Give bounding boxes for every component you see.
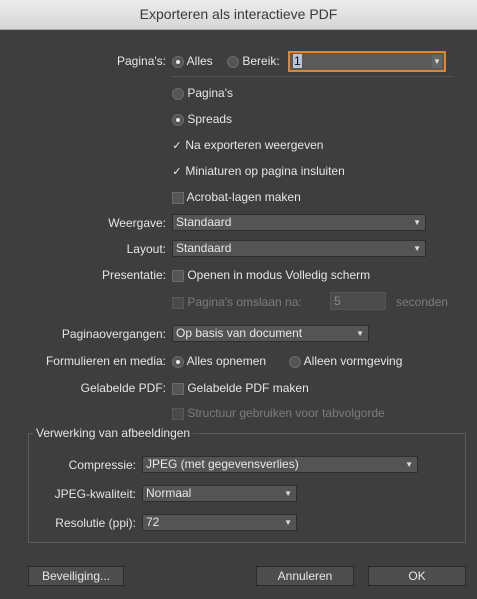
fullscreen-checkbox[interactable]: Openen in modus Volledig scherm — [172, 268, 370, 282]
tagged-pdf-label: Gelabelde PDF: — [80, 381, 166, 395]
checkmark-icon: ✓ — [172, 139, 182, 152]
chevron-down-icon: ▼ — [284, 489, 292, 498]
radio-icon — [172, 55, 184, 68]
forms-media-label: Formulieren en media: — [45, 354, 166, 368]
pages-option-radio[interactable]: Pagina's — [172, 86, 233, 100]
radio-icon — [172, 87, 184, 100]
radio-icon — [172, 113, 184, 126]
presentation-label: Presentatie: — [101, 268, 166, 282]
pages-all-label: Alles — [186, 54, 213, 68]
chevron-down-icon: ▼ — [413, 218, 421, 227]
resolution-value: 72 — [146, 515, 160, 529]
resolution-label: Resolutie (ppi): — [55, 516, 136, 530]
radio-icon — [227, 55, 239, 68]
jpeg-quality-value: Normaal — [146, 486, 192, 500]
pages-range-label: Bereik: — [242, 54, 280, 68]
layout-dropdown[interactable]: Standaard ▼ — [172, 240, 426, 257]
flip-pages-label: Pagina's omslaan na: — [187, 295, 302, 309]
view-after-export-label: Na exporteren weergeven — [185, 138, 324, 152]
checkbox-icon — [172, 382, 184, 395]
transitions-value: Op basis van document — [176, 326, 303, 340]
view-dropdown[interactable]: Standaard ▼ — [172, 214, 426, 231]
spreads-option-label: Spreads — [187, 112, 233, 126]
view-after-export-checkbox[interactable]: ✓ Na exporteren weergeven — [172, 138, 323, 152]
range-field[interactable]: 1 ▼ — [288, 51, 446, 72]
layout-label: Layout: — [126, 242, 166, 256]
compression-value: JPEG (met gegevensverlies) — [146, 457, 299, 471]
acrobat-layers-label: Acrobat-lagen maken — [186, 190, 301, 204]
seconds-label: seconden — [396, 295, 449, 309]
flip-pages-checkbox[interactable]: Pagina's omslaan na: — [172, 295, 302, 309]
range-value: 1 — [293, 54, 302, 68]
checkbox-icon — [172, 191, 184, 204]
include-all-label: Alles opnemen — [186, 354, 267, 368]
transitions-dropdown[interactable]: Op basis van document ▼ — [172, 325, 369, 342]
appearance-only-radio[interactable]: Alleen vormgeving — [289, 354, 402, 368]
fullscreen-label: Openen in modus Volledig scherm — [187, 268, 371, 282]
chevron-down-icon: ▼ — [405, 460, 413, 469]
include-all-radio[interactable]: Alles opnemen — [172, 354, 266, 368]
jpeg-quality-dropdown[interactable]: Normaal ▼ — [142, 485, 297, 502]
radio-icon — [172, 355, 184, 368]
layout-value: Standaard — [176, 241, 232, 255]
view-label: Weergave: — [108, 216, 166, 230]
checkbox-icon — [172, 296, 184, 309]
window-title: Exporteren als interactieve PDF — [0, 0, 477, 30]
radio-icon — [289, 355, 301, 368]
appearance-only-label: Alleen vormgeving — [303, 354, 403, 368]
export-dialog: Pagina's: Alles Bereik: 1 ▼ Pagina's Spr… — [0, 30, 477, 599]
create-tagged-pdf-checkbox[interactable]: Gelabelde PDF maken — [172, 381, 309, 395]
embed-thumbnails-label: Miniaturen op pagina insluiten — [185, 164, 345, 178]
tab-order-checkbox[interactable]: Structuur gebruiken voor tabvolgorde — [172, 406, 385, 420]
chevron-down-icon: ▼ — [284, 518, 292, 527]
pages-label: Pagina's: — [117, 54, 166, 68]
view-value: Standaard — [176, 215, 232, 229]
spreads-option-radio[interactable]: Spreads — [172, 112, 232, 126]
acrobat-layers-checkbox[interactable]: Acrobat-lagen maken — [172, 190, 301, 204]
image-handling-legend: Verwerking van afbeeldingen — [33, 426, 194, 440]
security-button[interactable]: Beveiliging... — [28, 566, 124, 586]
jpeg-quality-label: JPEG-kwaliteit: — [54, 487, 136, 501]
divider — [172, 76, 453, 77]
checkmark-icon: ✓ — [172, 165, 182, 178]
resolution-combobox[interactable]: 72 ▼ — [142, 514, 297, 531]
pages-range-radio[interactable]: Bereik: — [227, 54, 280, 68]
pages-option-label: Pagina's — [187, 86, 233, 100]
compression-label: Compressie: — [68, 458, 136, 472]
seconds-input[interactable]: 5 — [330, 292, 386, 310]
chevron-down-icon: ▼ — [356, 329, 364, 338]
embed-thumbnails-checkbox[interactable]: ✓ Miniaturen op pagina insluiten — [172, 164, 345, 178]
compression-dropdown[interactable]: JPEG (met gegevensverlies) ▼ — [142, 456, 418, 473]
tab-order-label: Structuur gebruiken voor tabvolgorde — [187, 406, 385, 420]
checkbox-icon — [172, 269, 184, 282]
pages-all-radio[interactable]: Alles — [172, 54, 213, 68]
ok-button[interactable]: OK — [368, 566, 466, 586]
transitions-label: Paginaovergangen: — [61, 327, 166, 341]
checkbox-icon — [172, 407, 184, 420]
cancel-button[interactable]: Annuleren — [256, 566, 354, 586]
chevron-down-icon[interactable]: ▼ — [432, 55, 442, 68]
chevron-down-icon: ▼ — [413, 244, 421, 253]
create-tagged-pdf-label: Gelabelde PDF maken — [187, 381, 309, 395]
